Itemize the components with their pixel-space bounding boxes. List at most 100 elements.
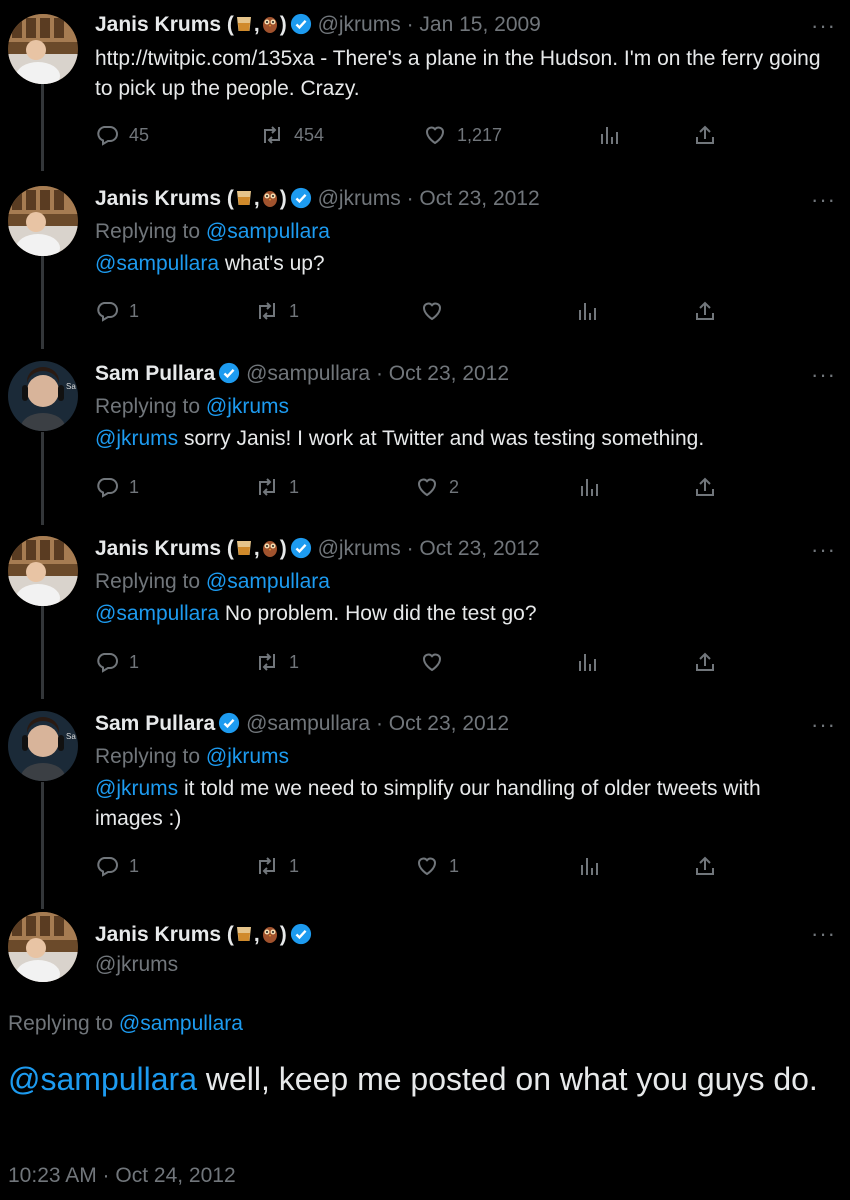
tweet-date[interactable]: Jan 15, 2009 xyxy=(419,13,540,36)
views-button[interactable] xyxy=(577,472,601,502)
more-options-icon[interactable]: ··· xyxy=(811,364,836,386)
focused-tweet-text: @sampullara well, keep me posted on what… xyxy=(8,1058,830,1100)
views-button[interactable] xyxy=(577,851,601,881)
share-icon xyxy=(693,650,717,674)
avatar[interactable] xyxy=(8,536,78,606)
focused-tweet-header: Janis Krums (,) @jkrums xyxy=(95,920,312,980)
tweet-body: what's up? xyxy=(219,252,325,275)
retweet-button[interactable]: 454 xyxy=(260,120,324,150)
conversation-thread: Janis Krums (,) @jkrums · Jan 15, 2009 ·… xyxy=(0,0,850,1200)
like-button[interactable]: 1,217 xyxy=(423,120,502,150)
tweet-body: sorry Janis! I work at Twitter and was t… xyxy=(178,427,705,450)
reply-button[interactable]: 1 xyxy=(95,851,139,881)
display-name[interactable]: Janis Krums ( xyxy=(95,923,234,946)
views-button[interactable] xyxy=(575,296,599,326)
tweet-text: @sampullara No problem. How did the test… xyxy=(95,599,830,629)
display-name[interactable]: Sam Pullara xyxy=(95,362,215,385)
retweet-button[interactable]: 1 xyxy=(255,472,299,502)
replying-label: Replying to xyxy=(8,1012,114,1035)
views-button[interactable] xyxy=(575,647,599,677)
separator-dot: · xyxy=(406,187,414,210)
mention-link[interactable]: @sampullara xyxy=(95,252,219,275)
views-icon xyxy=(597,123,621,147)
tweet-date[interactable]: Oct 23, 2012 xyxy=(419,537,539,560)
action-bar: 45 454 1,217 xyxy=(95,120,735,150)
tweet-timestamp[interactable]: 10:23 AM · Oct 24, 2012 xyxy=(8,1164,236,1188)
owl-icon xyxy=(260,538,280,558)
tweet-date[interactable]: Oct 23, 2012 xyxy=(389,362,509,385)
views-icon xyxy=(575,650,599,674)
replying-label: Replying to xyxy=(95,395,201,418)
user-handle[interactable]: @jkrums xyxy=(318,187,401,210)
user-handle[interactable]: @jkrums xyxy=(318,537,401,560)
retweet-count: 1 xyxy=(289,855,300,876)
more-options-icon[interactable]: ··· xyxy=(811,15,836,37)
tweet[interactable]: Sam Pullara @sampullara · Oct 23, 2012 ·… xyxy=(0,361,850,521)
like-button[interactable]: 1 xyxy=(415,851,459,881)
tweet-date[interactable]: Oct 23, 2012 xyxy=(419,187,539,210)
user-handle[interactable]: @jkrums xyxy=(95,950,312,980)
replying-mention[interactable]: @sampullara xyxy=(119,1012,243,1035)
replying-mention[interactable]: @jkrums xyxy=(206,745,289,768)
avatar[interactable] xyxy=(8,361,78,431)
avatar[interactable] xyxy=(8,711,78,781)
verified-badge-icon xyxy=(218,362,240,384)
verified-badge-icon xyxy=(218,712,240,734)
retweet-button[interactable]: 1 xyxy=(255,296,299,326)
avatar[interactable] xyxy=(8,14,78,84)
reply-button[interactable]: 1 xyxy=(95,647,139,677)
display-name[interactable]: Sam Pullara xyxy=(95,712,215,735)
user-handle[interactable]: @jkrums xyxy=(318,13,401,36)
like-count: 1,217 xyxy=(457,124,503,145)
reply-button[interactable]: 1 xyxy=(95,472,139,502)
action-bar: 1 1 1 xyxy=(95,851,735,881)
separator-dot: · xyxy=(375,362,383,385)
tweet[interactable]: Janis Krums (,) @jkrums · Oct 23, 2012 ·… xyxy=(0,536,850,696)
views-button[interactable] xyxy=(597,120,621,150)
like-button[interactable] xyxy=(420,296,454,326)
tweet-header: Sam Pullara @sampullara · Oct 23, 2012 xyxy=(95,361,770,387)
mention-link[interactable]: @jkrums xyxy=(95,427,178,450)
replying-to: Replying to @sampullara xyxy=(95,219,330,245)
mention-link[interactable]: @jkrums xyxy=(95,777,178,800)
tweet-text: @sampullara what's up? xyxy=(95,249,830,279)
reply-count: 1 xyxy=(129,855,140,876)
display-name[interactable]: Janis Krums ( xyxy=(95,537,234,560)
tweet-body: No problem. How did the test go? xyxy=(219,602,537,625)
share-button[interactable] xyxy=(693,296,717,326)
share-button[interactable] xyxy=(693,472,717,502)
retweet-icon xyxy=(255,854,279,878)
share-button[interactable] xyxy=(693,851,717,881)
replying-mention[interactable]: @sampullara xyxy=(206,220,330,243)
tweet-date[interactable]: Oct 23, 2012 xyxy=(389,712,509,735)
like-button[interactable]: 2 xyxy=(415,472,459,502)
tweet[interactable]: Janis Krums (,) @jkrums · Oct 23, 2012 ·… xyxy=(0,186,850,346)
tweet-text: @jkrums it told me we need to simplify o… xyxy=(95,774,830,834)
avatar[interactable] xyxy=(8,186,78,256)
more-options-icon[interactable]: ··· xyxy=(811,189,836,211)
whiskey-glass-icon xyxy=(234,538,254,558)
display-name[interactable]: Janis Krums ( xyxy=(95,13,234,36)
more-options-icon[interactable]: ··· xyxy=(811,539,836,561)
tweet[interactable]: Sam Pullara @sampullara · Oct 23, 2012 ·… xyxy=(0,711,850,901)
retweet-button[interactable]: 1 xyxy=(255,851,299,881)
user-handle[interactable]: @sampullara xyxy=(246,712,370,735)
like-button[interactable] xyxy=(420,647,454,677)
reply-button[interactable]: 45 xyxy=(95,120,149,150)
replying-mention[interactable]: @jkrums xyxy=(206,395,289,418)
reply-button[interactable]: 1 xyxy=(95,296,139,326)
replying-mention[interactable]: @sampullara xyxy=(206,570,330,593)
avatar[interactable] xyxy=(8,912,78,982)
more-options-icon[interactable]: ··· xyxy=(811,714,836,736)
more-options-icon[interactable]: ··· xyxy=(811,923,836,945)
owl-icon xyxy=(260,14,280,34)
retweet-count: 1 xyxy=(289,651,300,672)
display-name[interactable]: Janis Krums ( xyxy=(95,187,234,210)
tweet[interactable]: Janis Krums (,) @jkrums · Jan 15, 2009 ·… xyxy=(0,12,850,172)
mention-link[interactable]: @sampullara xyxy=(8,1061,197,1097)
share-button[interactable] xyxy=(693,647,717,677)
mention-link[interactable]: @sampullara xyxy=(95,602,219,625)
share-button[interactable] xyxy=(693,120,717,150)
user-handle[interactable]: @sampullara xyxy=(246,362,370,385)
retweet-button[interactable]: 1 xyxy=(255,647,299,677)
